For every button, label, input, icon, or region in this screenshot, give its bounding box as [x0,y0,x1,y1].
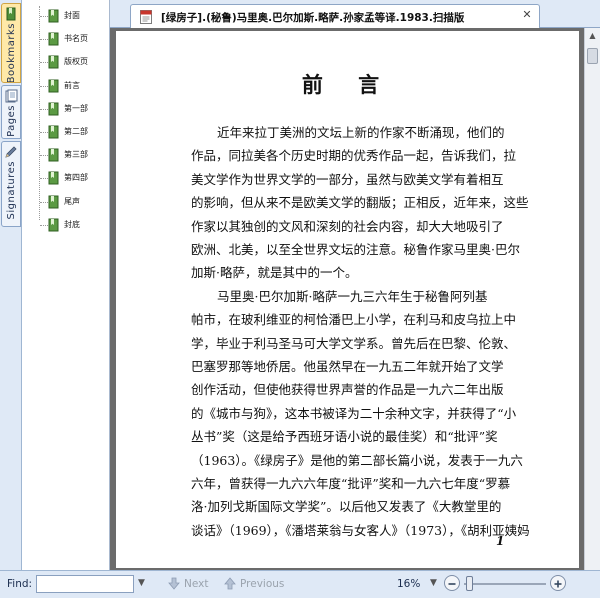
find-options-dropdown-icon[interactable]: ▼ [138,578,145,588]
bookmark-label: 封面 [64,11,80,20]
bookmark-label: 第四部 [64,173,88,182]
bookmark-label: 版权页 [64,57,88,66]
text-line: 六年，曾获得一九六六年度“批评”奖和一九六七年度“罗慕 [191,476,511,491]
bookmark-icon [48,148,59,162]
pdf-viewer-window: Bookmarks Pages Signatures 封面 书名页 版权页 前言… [0,0,600,598]
text-line: 作品，同拉美各个历史时期的优秀作品一起，告诉我们，拉 [191,148,517,163]
bookmark-item[interactable]: 第一部 [22,98,110,120]
tab-signatures[interactable]: Signatures [1,141,21,227]
find-next-button[interactable]: Next [184,578,208,590]
tab-pages[interactable]: Pages [1,85,21,139]
bookmark-item[interactable]: 书名页 [22,28,110,50]
text-line: 近年来拉丁美洲的文坛上新的作家不断涌现，他们的 [217,125,505,140]
zoom-slider-track[interactable] [464,583,546,585]
plus-icon [554,580,562,588]
tab-pages-label: Pages [5,105,17,137]
pages-icon [5,89,18,103]
bookmarks-tree: 封面 书名页 版权页 前言 第一部 第二部 第三部 第四部 尾声 封底 [22,0,110,570]
bookmark-item[interactable]: 第四部 [22,167,110,189]
text-line: 谈话》（1969），《潘塔莱翁与女客人》（1973），《胡利亚姨妈 [191,523,530,538]
text-line: 创作活动，但使他获得世界声誉的作品是一九六二年出版 [191,382,504,397]
text-line: 美文学作为世界文学的一部分，虽然与欧美文学有着相互 [191,172,504,187]
bookmark-icon [48,9,59,23]
bookmark-label: 前言 [64,81,80,90]
text-line: 帕市，在玻利维亚的柯恰潘巴上小学，在利马和皮乌拉上中 [191,312,517,327]
text-line: 马里奥·巴尔加斯·略萨一九三六年生于秘鲁阿列基 [217,289,488,304]
vertical-scrollbar[interactable]: ▲ [584,28,600,570]
document-area: [绿房子].(秘鲁)马里奥.巴尔加斯.略萨.孙家孟等译.1983.扫描版 ✕ 前… [110,0,600,570]
find-toolbar: Find: ▼ Next Previous 16% ▼ [0,570,600,598]
text-line: 学，毕业于利马圣马可大学文学系。曾先后在巴黎、伦敦、 [191,336,517,351]
zoom-dropdown-icon[interactable]: ▼ [430,578,437,588]
tab-signatures-label: Signatures [5,161,17,220]
close-icon[interactable]: ✕ [520,8,534,22]
pdf-page: 前 言 近年来拉丁美洲的文坛上新的作家不断涌现，他们的作品，同拉美各个历史时期的… [116,31,579,568]
text-line: 丛书”奖（这是给予西班牙语小说的最佳奖）和“批评”奖 [191,429,498,444]
arrow-down-icon [168,577,180,590]
pdf-file-icon [140,10,152,24]
bookmark-icon [48,218,59,232]
zoom-in-button[interactable] [550,575,566,591]
bookmark-icon [48,55,59,69]
find-label: Find: [7,578,33,590]
pen-icon [5,146,17,158]
text-line: 加斯·略萨，就是其中的一个。 [191,265,358,280]
bookmark-item[interactable]: 第三部 [22,144,110,166]
bookmark-label: 书名页 [64,34,88,43]
text-line: 欧洲、北美，以至全世界文坛的注意。秘鲁作家马里奥·巴尔 [191,242,520,257]
zoom-out-button[interactable] [444,575,460,591]
document-tab-title: [绿房子].(秘鲁)马里奥.巴尔加斯.略萨.孙家孟等译.1983.扫描版 [161,12,465,24]
arrow-up-icon [224,577,236,590]
bookmark-label: 尾声 [64,197,80,206]
document-tab[interactable]: [绿房子].(秘鲁)马里奥.巴尔加斯.略萨.孙家孟等译.1983.扫描版 ✕ [130,4,540,28]
bookmarks-icon [6,7,16,21]
bookmark-icon [48,125,59,139]
bookmark-label: 封底 [64,220,80,229]
bookmark-icon [48,171,59,185]
text-line: 洛·加列戈斯国际文学奖”。以后他又发表了《大教堂里的 [191,499,502,514]
zoom-value: 16% [397,578,421,590]
bookmark-item[interactable]: 尾声 [22,191,110,213]
bookmark-item[interactable]: 封面 [22,5,110,27]
scroll-up-icon[interactable]: ▲ [585,28,600,43]
bookmark-icon [48,102,59,116]
text-line: 的影响，但从来不是欧美文学的翻版；正相反，近年来，这些 [191,195,529,210]
bookmark-item[interactable]: 前言 [22,75,110,97]
document-tab-bar: [绿房子].(秘鲁)马里奥.巴尔加斯.略萨.孙家孟等译.1983.扫描版 ✕ [110,0,600,28]
bookmark-item[interactable]: 第二部 [22,121,110,143]
bookmark-label: 第三部 [64,150,88,159]
find-input[interactable] [36,575,134,593]
minus-icon [448,583,456,585]
find-previous-button[interactable]: Previous [240,578,284,590]
side-panel-tabs: Bookmarks Pages Signatures [0,0,22,570]
scrollbar-thumb[interactable] [587,48,598,64]
bookmark-item[interactable]: 封底 [22,214,110,236]
bookmark-icon [48,79,59,93]
bookmark-icon [48,32,59,46]
bookmark-label: 第二部 [64,127,88,136]
bookmark-icon [48,195,59,209]
tab-bookmarks[interactable]: Bookmarks [1,3,21,83]
tab-bookmarks-label: Bookmarks [5,23,17,83]
bookmark-label: 第一部 [64,104,88,113]
bookmark-item[interactable]: 版权页 [22,51,110,73]
page-heading: 前 言 [301,72,394,97]
page-number: 1 [496,534,505,548]
text-line: 的《城市与狗》，这本书被译为二十余种文字，并获得了“小 [191,406,517,421]
text-line: （1963）。《绿房子》是他的第二部长篇小说，发表于一九六 [191,453,523,468]
text-line: 巴塞罗那等地侨居。他虽然早在一九五二年就开始了文学 [191,359,504,374]
text-line: 作家以其独创的文风和深刻的社会内容，却大大地吸引了 [191,219,504,234]
zoom-slider-thumb[interactable] [466,576,473,591]
